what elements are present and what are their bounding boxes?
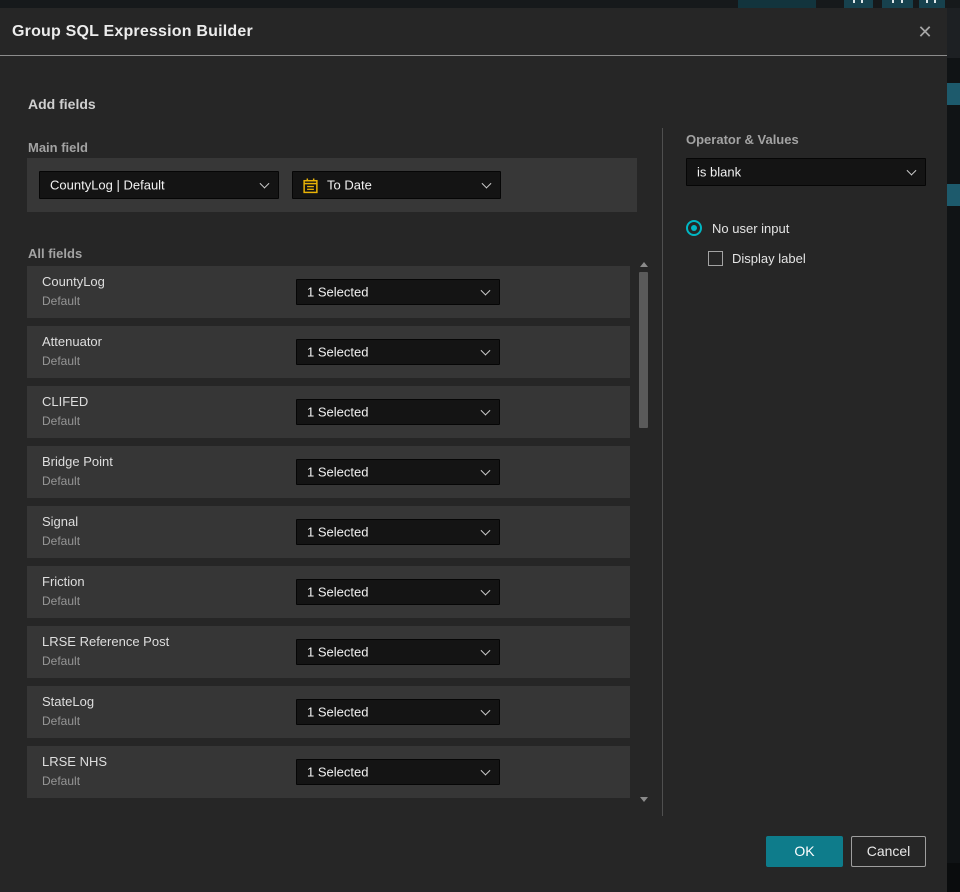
field-subtitle: Default: [42, 414, 81, 428]
field-row: Attenuator Default 1 Selected: [27, 326, 630, 378]
selected-values-text: 1 Selected: [307, 284, 369, 300]
vertical-divider: [662, 128, 663, 816]
field-subtitle: Default: [42, 654, 81, 668]
selected-values-dropdown[interactable]: 1 Selected: [296, 699, 500, 725]
selected-values-dropdown[interactable]: 1 Selected: [296, 339, 500, 365]
app-side-strip: [947, 8, 960, 892]
field-row: LRSE NHS Default 1 Selected: [27, 746, 630, 798]
ok-button[interactable]: OK: [766, 836, 843, 867]
side-accent-block: [947, 184, 960, 206]
selected-values-text: 1 Selected: [307, 584, 369, 600]
field-row: Friction Default 1 Selected: [27, 566, 630, 618]
chevron-down-icon: [906, 165, 917, 176]
field-name: LRSE NHS: [42, 754, 108, 769]
field-name: CountyLog: [42, 274, 105, 289]
main-field-select-value: CountyLog | Default: [50, 177, 165, 193]
no-user-input-label: No user input: [712, 221, 790, 236]
live-view-label: Live view: [759, 0, 804, 3]
value-field-select[interactable]: To Date: [292, 171, 501, 199]
chevron-down-icon: [480, 765, 491, 776]
selected-values-text: 1 Selected: [307, 644, 369, 660]
chevron-down-icon: [480, 525, 491, 536]
field-row: StateLog Default 1 Selected: [27, 686, 630, 738]
no-user-input-radio[interactable]: [686, 220, 702, 236]
fields-list: CountyLog Default 1 Selected Attenuator Defa…: [27, 266, 630, 806]
panel-layout-icon[interactable]: [919, 0, 945, 8]
selected-values-text: 1 Selected: [307, 344, 369, 360]
selected-values-dropdown[interactable]: 1 Selected: [296, 519, 500, 545]
chevron-down-icon: [480, 705, 491, 716]
all-fields-label: All fields: [28, 246, 83, 261]
selected-values-dropdown[interactable]: 1 Selected: [296, 759, 500, 785]
field-name: LRSE Reference Post: [42, 634, 170, 649]
operator-select[interactable]: is blank: [686, 158, 926, 186]
field-subtitle: Default: [42, 534, 81, 548]
main-field-select[interactable]: CountyLog | Default: [39, 171, 279, 199]
calendar-icon: [303, 178, 318, 194]
field-subtitle: Default: [42, 474, 81, 488]
field-row: LRSE Reference Post Default 1 Selected: [27, 626, 630, 678]
dialog-header: Group SQL Expression Builder ✕: [0, 8, 947, 56]
selected-values-text: 1 Selected: [307, 704, 369, 720]
add-fields-heading: Add fields: [28, 96, 96, 112]
dialog-title: Group SQL Expression Builder: [12, 23, 253, 40]
close-icon[interactable]: ✕: [911, 18, 939, 46]
field-name: Bridge Point: [42, 454, 113, 469]
selected-values-text: 1 Selected: [307, 464, 369, 480]
field-subtitle: Default: [42, 774, 81, 788]
cancel-button[interactable]: Cancel: [851, 836, 926, 867]
chevron-down-icon: [480, 465, 491, 476]
field-name: CLIFED: [42, 394, 89, 409]
field-row: CLIFED Default 1 Selected: [27, 386, 630, 438]
selected-values-text: 1 Selected: [307, 524, 369, 540]
chevron-down-icon: [480, 645, 491, 656]
app-toolbar-strip: Live view: [0, 0, 960, 8]
value-field-select-value: To Date: [327, 177, 372, 193]
chevron-down-icon: [259, 178, 270, 189]
live-view-button[interactable]: Live view: [738, 0, 816, 8]
field-name: StateLog: [42, 694, 95, 709]
chevron-down-icon: [480, 285, 491, 296]
field-name: Signal: [42, 514, 79, 529]
selected-values-dropdown[interactable]: 1 Selected: [296, 459, 500, 485]
side-accent-block: [947, 83, 960, 105]
main-field-label: Main field: [28, 140, 88, 155]
scroll-up-icon[interactable]: [640, 262, 648, 267]
chevron-down-icon: [480, 345, 491, 356]
scroll-down-icon[interactable]: [640, 797, 648, 802]
field-subtitle: Default: [42, 354, 81, 368]
panel-layout-icon[interactable]: [882, 0, 913, 8]
selected-values-dropdown[interactable]: 1 Selected: [296, 399, 500, 425]
display-label-text: Display label: [732, 251, 806, 266]
scrollbar-thumb[interactable]: [639, 272, 648, 428]
chevron-down-icon: [480, 405, 491, 416]
display-label-checkbox[interactable]: [708, 251, 723, 266]
selected-values-dropdown[interactable]: 1 Selected: [296, 639, 500, 665]
field-row: Signal Default 1 Selected: [27, 506, 630, 558]
field-row: CountyLog Default 1 Selected: [27, 266, 630, 318]
selected-values-text: 1 Selected: [307, 404, 369, 420]
field-subtitle: Default: [42, 594, 81, 608]
panel-layout-icon[interactable]: [844, 0, 873, 8]
field-name: Friction: [42, 574, 85, 589]
field-subtitle: Default: [42, 294, 81, 308]
group-sql-expression-builder-dialog: Group SQL Expression Builder ✕ Add field…: [0, 8, 947, 892]
operator-values-label: Operator & Values: [686, 132, 799, 147]
field-subtitle: Default: [42, 714, 81, 728]
operator-select-value: is blank: [697, 164, 742, 180]
selected-values-dropdown[interactable]: 1 Selected: [296, 279, 500, 305]
field-row: Bridge Point Default 1 Selected: [27, 446, 630, 498]
main-field-panel: CountyLog | Default To Date: [27, 158, 637, 212]
field-name: Attenuator: [42, 334, 102, 349]
selected-values-dropdown[interactable]: 1 Selected: [296, 579, 500, 605]
selected-values-text: 1 Selected: [307, 764, 369, 780]
chevron-down-icon: [481, 178, 492, 189]
chevron-down-icon: [480, 585, 491, 596]
